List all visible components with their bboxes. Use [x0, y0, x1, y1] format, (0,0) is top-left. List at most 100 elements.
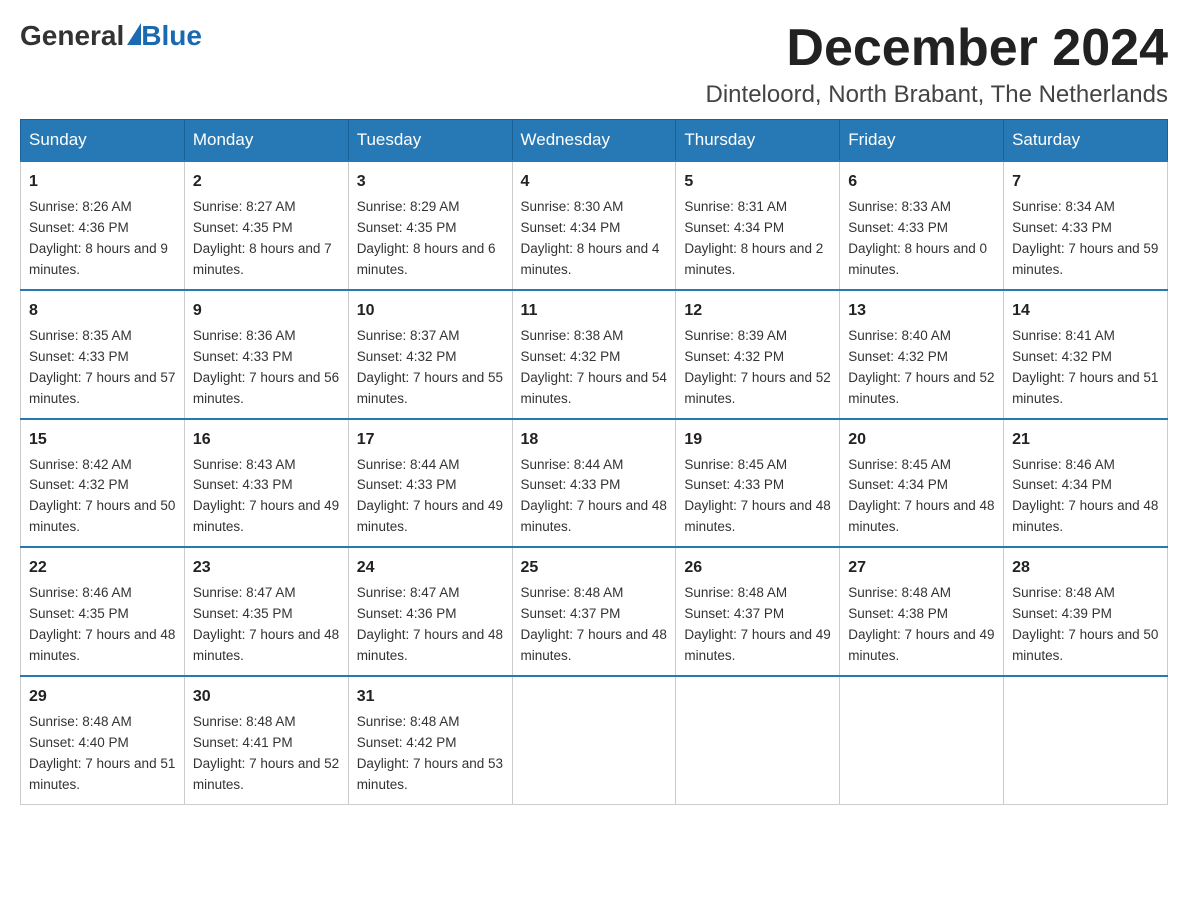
day-cell-19: 19 Sunrise: 8:45 AMSunset: 4:33 PMDayligh… [676, 419, 840, 548]
logo-blue-container: Blue [124, 20, 202, 52]
day-cell-4: 4 Sunrise: 8:30 AMSunset: 4:34 PMDaylight… [512, 161, 676, 290]
week-row-1: 1Sunrise: 8:26 AMSunset: 4:36 PMDaylight… [21, 161, 1168, 290]
day-info: Sunrise: 8:43 AMSunset: 4:33 PMDaylight:… [193, 455, 340, 539]
day-info: Sunrise: 8:48 AMSunset: 4:39 PMDaylight:… [1012, 583, 1159, 667]
day-info: Sunrise: 8:46 AMSunset: 4:35 PMDaylight:… [29, 583, 176, 667]
day-cell-20: 20 Sunrise: 8:45 AMSunset: 4:34 PMDayligh… [840, 419, 1004, 548]
day-cell-11: 11 Sunrise: 8:38 AMSunset: 4:32 PMDayligh… [512, 290, 676, 419]
day-info: Sunrise: 8:44 AMSunset: 4:33 PMDaylight:… [521, 455, 668, 539]
day-cell-10: 10 Sunrise: 8:37 AMSunset: 4:32 PMDayligh… [348, 290, 512, 419]
day-number: 23 [193, 556, 340, 580]
day-cell-29: 29 Sunrise: 8:48 AMSunset: 4:40 PMDayligh… [21, 676, 185, 804]
weekday-header-wednesday: Wednesday [512, 120, 676, 162]
logo-general-text: General [20, 20, 124, 52]
day-info: Sunrise: 8:48 AMSunset: 4:37 PMDaylight:… [684, 583, 831, 667]
empty-cell [676, 676, 840, 804]
day-cell-13: 13 Sunrise: 8:40 AMSunset: 4:32 PMDayligh… [840, 290, 1004, 419]
day-cell-28: 28 Sunrise: 8:48 AMSunset: 4:39 PMDayligh… [1004, 547, 1168, 676]
day-number: 30 [193, 685, 340, 709]
day-number: 3 [357, 170, 504, 194]
day-number: 10 [357, 299, 504, 323]
day-number: 13 [848, 299, 995, 323]
day-info: Sunrise: 8:27 AMSunset: 4:35 PMDaylight:… [193, 197, 340, 281]
empty-cell [1004, 676, 1168, 804]
day-info: Sunrise: 8:37 AMSunset: 4:32 PMDaylight:… [357, 326, 504, 410]
day-cell-15: 15Sunrise: 8:42 AMSunset: 4:32 PMDayligh… [21, 419, 185, 548]
day-cell-7: 7Sunrise: 8:34 AMSunset: 4:33 PMDaylight… [1004, 161, 1168, 290]
day-number: 14 [1012, 299, 1159, 323]
day-cell-30: 30 Sunrise: 8:48 AMSunset: 4:41 PMDayligh… [184, 676, 348, 804]
day-number: 16 [193, 428, 340, 452]
day-cell-27: 27Sunrise: 8:48 AMSunset: 4:38 PMDayligh… [840, 547, 1004, 676]
weekday-header-sunday: Sunday [21, 120, 185, 162]
week-row-4: 22 Sunrise: 8:46 AMSunset: 4:35 PMDayligh… [21, 547, 1168, 676]
day-info: Sunrise: 8:39 AMSunset: 4:32 PMDaylight:… [684, 326, 831, 410]
day-number: 5 [684, 170, 831, 194]
day-cell-23: 23 Sunrise: 8:47 AMSunset: 4:35 PMDayligh… [184, 547, 348, 676]
day-info: Sunrise: 8:36 AMSunset: 4:33 PMDaylight:… [193, 326, 340, 410]
day-cell-6: 6 Sunrise: 8:33 AMSunset: 4:33 PMDaylight… [840, 161, 1004, 290]
day-info: Sunrise: 8:48 AMSunset: 4:42 PMDaylight:… [357, 712, 504, 796]
day-info: Sunrise: 8:31 AMSunset: 4:34 PMDaylight:… [684, 197, 831, 281]
logo-blue-text: Blue [141, 20, 202, 52]
day-number: 12 [684, 299, 831, 323]
day-info: Sunrise: 8:48 AMSunset: 4:40 PMDaylight:… [29, 712, 176, 796]
day-info: Sunrise: 8:29 AMSunset: 4:35 PMDaylight:… [357, 197, 504, 281]
day-info: Sunrise: 8:46 AMSunset: 4:34 PMDaylight:… [1012, 455, 1159, 539]
day-cell-1: 1Sunrise: 8:26 AMSunset: 4:36 PMDaylight… [21, 161, 185, 290]
day-cell-9: 9 Sunrise: 8:36 AMSunset: 4:33 PMDaylight… [184, 290, 348, 419]
day-info: Sunrise: 8:33 AMSunset: 4:33 PMDaylight:… [848, 197, 995, 281]
day-info: Sunrise: 8:26 AMSunset: 4:36 PMDaylight:… [29, 197, 176, 281]
day-info: Sunrise: 8:41 AMSunset: 4:32 PMDaylight:… [1012, 326, 1159, 410]
day-number: 9 [193, 299, 340, 323]
day-info: Sunrise: 8:45 AMSunset: 4:34 PMDaylight:… [848, 455, 995, 539]
day-info: Sunrise: 8:40 AMSunset: 4:32 PMDaylight:… [848, 326, 995, 410]
day-info: Sunrise: 8:38 AMSunset: 4:32 PMDaylight:… [521, 326, 668, 410]
day-number: 28 [1012, 556, 1159, 580]
day-cell-17: 17Sunrise: 8:44 AMSunset: 4:33 PMDayligh… [348, 419, 512, 548]
day-number: 29 [29, 685, 176, 709]
day-number: 6 [848, 170, 995, 194]
day-info: Sunrise: 8:44 AMSunset: 4:33 PMDaylight:… [357, 455, 504, 539]
day-number: 8 [29, 299, 176, 323]
day-number: 27 [848, 556, 995, 580]
day-number: 25 [521, 556, 668, 580]
weekday-header-tuesday: Tuesday [348, 120, 512, 162]
day-cell-8: 8Sunrise: 8:35 AMSunset: 4:33 PMDaylight… [21, 290, 185, 419]
day-cell-25: 25 Sunrise: 8:48 AMSunset: 4:37 PMDayligh… [512, 547, 676, 676]
day-number: 15 [29, 428, 176, 452]
week-row-2: 8Sunrise: 8:35 AMSunset: 4:33 PMDaylight… [21, 290, 1168, 419]
location-title: Dinteloord, North Brabant, The Netherlan… [706, 81, 1168, 109]
day-number: 4 [521, 170, 668, 194]
day-info: Sunrise: 8:48 AMSunset: 4:41 PMDaylight:… [193, 712, 340, 796]
logo-triangle-icon [127, 23, 141, 45]
day-info: Sunrise: 8:34 AMSunset: 4:33 PMDaylight:… [1012, 197, 1159, 281]
empty-cell [840, 676, 1004, 804]
day-cell-21: 21 Sunrise: 8:46 AMSunset: 4:34 PMDayligh… [1004, 419, 1168, 548]
day-info: Sunrise: 8:47 AMSunset: 4:36 PMDaylight:… [357, 583, 504, 667]
page-header: General Blue December 2024 Dinteloord, N… [20, 20, 1168, 109]
weekday-header-saturday: Saturday [1004, 120, 1168, 162]
day-number: 11 [521, 299, 668, 323]
day-cell-22: 22 Sunrise: 8:46 AMSunset: 4:35 PMDayligh… [21, 547, 185, 676]
day-cell-16: 16 Sunrise: 8:43 AMSunset: 4:33 PMDayligh… [184, 419, 348, 548]
day-number: 31 [357, 685, 504, 709]
weekday-header-row: SundayMondayTuesdayWednesdayThursdayFrid… [21, 120, 1168, 162]
day-number: 20 [848, 428, 995, 452]
month-title: December 2024 [706, 20, 1168, 77]
day-number: 26 [684, 556, 831, 580]
day-number: 19 [684, 428, 831, 452]
week-row-3: 15Sunrise: 8:42 AMSunset: 4:32 PMDayligh… [21, 419, 1168, 548]
day-info: Sunrise: 8:47 AMSunset: 4:35 PMDaylight:… [193, 583, 340, 667]
day-number: 21 [1012, 428, 1159, 452]
day-info: Sunrise: 8:30 AMSunset: 4:34 PMDaylight:… [521, 197, 668, 281]
day-info: Sunrise: 8:48 AMSunset: 4:37 PMDaylight:… [521, 583, 668, 667]
day-number: 22 [29, 556, 176, 580]
day-cell-3: 3 Sunrise: 8:29 AMSunset: 4:35 PMDaylight… [348, 161, 512, 290]
day-number: 2 [193, 170, 340, 194]
day-info: Sunrise: 8:45 AMSunset: 4:33 PMDaylight:… [684, 455, 831, 539]
day-cell-31: 31 Sunrise: 8:48 AMSunset: 4:42 PMDayligh… [348, 676, 512, 804]
day-cell-14: 14 Sunrise: 8:41 AMSunset: 4:32 PMDayligh… [1004, 290, 1168, 419]
day-cell-18: 18 Sunrise: 8:44 AMSunset: 4:33 PMDayligh… [512, 419, 676, 548]
day-number: 18 [521, 428, 668, 452]
